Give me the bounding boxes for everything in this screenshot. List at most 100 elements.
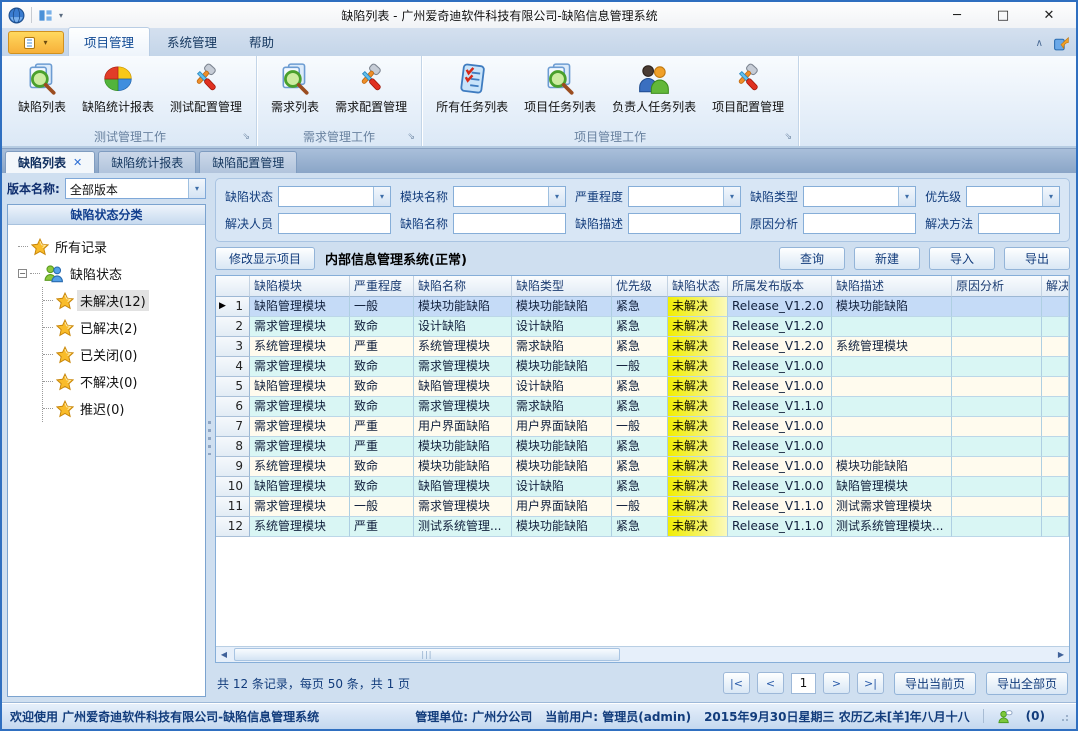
ribbon-button[interactable]: 需求配置管理 — [327, 58, 415, 117]
grid-row[interactable]: 10缺陷管理模块致命缺陷管理模块设计缺陷紧急未解决Release_V1.0.0缺… — [216, 477, 1069, 497]
tree-item[interactable]: 推迟(0) — [43, 395, 203, 422]
ribbon-button[interactable]: 所有任务列表 — [428, 58, 516, 117]
horizontal-scrollbar[interactable]: ◀ ||| ▶ — [216, 646, 1069, 662]
next-page-button[interactable]: > — [823, 672, 850, 694]
filter-combo[interactable]: ▾ — [966, 186, 1060, 207]
chevron-down-icon[interactable]: ▾ — [373, 187, 390, 206]
filter-combo[interactable]: ▾ — [278, 186, 391, 207]
ribbon-collapse-icon[interactable]: ∧ — [1036, 38, 1043, 49]
query-button[interactable]: 查询 — [779, 247, 845, 270]
page-input[interactable] — [791, 673, 816, 694]
row-selector[interactable]: 8 — [216, 437, 250, 457]
scroll-right-icon[interactable]: ▶ — [1053, 647, 1069, 662]
filter-combo[interactable]: ▾ — [628, 186, 741, 207]
tree-item[interactable]: −缺陷状态 — [18, 260, 203, 287]
scrollbar-track[interactable]: ||| — [232, 647, 1053, 662]
grid-column-header[interactable]: 缺陷描述 — [832, 276, 952, 297]
quick-access-icon[interactable] — [38, 8, 53, 23]
filter-combo[interactable]: ▾ — [803, 186, 916, 207]
grid-row[interactable]: 11需求管理模块一般需求管理模块用户界面缺陷一般未解决Release_V1.1.… — [216, 497, 1069, 517]
grid-column-header[interactable]: 优先级 — [612, 276, 668, 297]
scrollbar-thumb[interactable]: ||| — [234, 648, 620, 661]
chevron-down-icon[interactable]: ▾ — [723, 187, 740, 206]
dialog-launcher-icon[interactable]: ⇘ — [785, 133, 793, 142]
grid-row[interactable]: 5缺陷管理模块致命缺陷管理模块设计缺陷紧急未解决Release_V1.0.0 — [216, 377, 1069, 397]
grid-row[interactable]: ▶1缺陷管理模块一般模块功能缺陷模块功能缺陷紧急未解决Release_V1.2.… — [216, 297, 1069, 317]
row-selector[interactable]: 3 — [216, 337, 250, 357]
ribbon-button[interactable]: 负责人任务列表 — [604, 58, 704, 117]
chevron-down-icon[interactable]: ▾ — [1042, 187, 1059, 206]
row-selector[interactable]: 7 — [216, 417, 250, 437]
grid-column-header[interactable]: 缺陷名称 — [414, 276, 512, 297]
grid-column-header[interactable]: 缺陷类型 — [512, 276, 612, 297]
tree-item[interactable]: 所有记录 — [18, 233, 203, 260]
dialog-launcher-icon[interactable]: ⇘ — [408, 133, 416, 142]
grid-column-header[interactable]: 缺陷模块 — [250, 276, 350, 297]
filter-input[interactable] — [803, 213, 916, 234]
grid-row[interactable]: 12系统管理模块严重测试系统管理...模块功能缺陷紧急未解决Release_V1… — [216, 517, 1069, 537]
tree-item[interactable]: 已关闭(0) — [43, 341, 203, 368]
version-combo[interactable]: 全部版本 ▾ — [65, 178, 206, 199]
dialog-launcher-icon[interactable]: ⇘ — [243, 133, 251, 142]
row-selector[interactable]: 4 — [216, 357, 250, 377]
ribbon-tab[interactable]: 系统管理 — [152, 28, 232, 56]
resize-grip-icon[interactable] — [1058, 711, 1068, 721]
grid-column-header[interactable]: 解决 — [1042, 276, 1069, 297]
maximize-button[interactable]: □ — [982, 4, 1024, 26]
filter-input[interactable] — [978, 213, 1060, 234]
row-selector[interactable]: 10 — [216, 477, 250, 497]
ribbon-button[interactable]: 需求列表 — [263, 58, 327, 117]
user-message-icon[interactable] — [997, 709, 1013, 724]
grid-column-header[interactable]: 缺陷状态 — [668, 276, 728, 297]
row-selector[interactable]: 2 — [216, 317, 250, 337]
grid-column-header[interactable]: 原因分析 — [952, 276, 1042, 297]
ribbon-button[interactable]: 缺陷统计报表 — [74, 58, 162, 117]
row-selector[interactable]: 12 — [216, 517, 250, 537]
ribbon-button[interactable]: 测试配置管理 — [162, 58, 250, 117]
ribbon-button[interactable]: 项目配置管理 — [704, 58, 792, 117]
ribbon-button[interactable]: 项目任务列表 — [516, 58, 604, 117]
chevron-down-icon[interactable]: ▾ — [59, 11, 63, 20]
row-selector[interactable]: 11 — [216, 497, 250, 517]
filter-input[interactable] — [628, 213, 741, 234]
doc-tab[interactable]: 缺陷统计报表 — [98, 151, 196, 173]
close-tab-icon[interactable]: ✕ — [73, 156, 82, 169]
export-button[interactable]: 导出 — [1004, 247, 1070, 270]
chevron-down-icon[interactable]: ▾ — [898, 187, 915, 206]
filter-combo[interactable]: ▾ — [453, 186, 566, 207]
import-button[interactable]: 导入 — [929, 247, 995, 270]
export-all-pages-button[interactable]: 导出全部页 — [986, 672, 1068, 695]
grid-column-header[interactable]: 所属发布版本 — [728, 276, 832, 297]
grid-row[interactable]: 8需求管理模块严重模块功能缺陷模块功能缺陷紧急未解决Release_V1.0.0 — [216, 437, 1069, 457]
filter-input[interactable] — [278, 213, 391, 234]
help-icon[interactable] — [1053, 35, 1070, 52]
ribbon-tab[interactable]: 帮助 — [234, 28, 289, 56]
modify-display-button[interactable]: 修改显示项目 — [215, 247, 315, 270]
chevron-down-icon[interactable]: ▾ — [548, 187, 565, 206]
row-selector[interactable]: 5 — [216, 377, 250, 397]
application-menu-button[interactable]: ▾ — [8, 31, 64, 54]
doc-tab[interactable]: 缺陷配置管理 — [199, 151, 297, 173]
first-page-button[interactable]: |< — [723, 672, 750, 694]
grid-row[interactable]: 2需求管理模块致命设计缺陷设计缺陷紧急未解决Release_V1.2.0 — [216, 317, 1069, 337]
ribbon-tab[interactable]: 项目管理 — [68, 27, 150, 56]
ribbon-button[interactable]: 缺陷列表 — [10, 58, 74, 117]
tree-item[interactable]: 未解决(12) — [43, 287, 203, 314]
last-page-button[interactable]: >| — [857, 672, 884, 694]
row-selector[interactable]: 9 — [216, 457, 250, 477]
tree-item[interactable]: 不解决(0) — [43, 368, 203, 395]
sidebar-splitter[interactable] — [206, 173, 213, 702]
new-button[interactable]: 新建 — [854, 247, 920, 270]
scroll-left-icon[interactable]: ◀ — [216, 647, 232, 662]
doc-tab[interactable]: 缺陷列表✕ — [5, 151, 95, 173]
grid-row[interactable]: 3系统管理模块严重系统管理模块需求缺陷紧急未解决Release_V1.2.0系统… — [216, 337, 1069, 357]
grid-row[interactable]: 6需求管理模块致命需求管理模块需求缺陷紧急未解决Release_V1.1.0 — [216, 397, 1069, 417]
minimize-button[interactable]: ─ — [936, 4, 978, 26]
grid-column-header[interactable]: 严重程度 — [350, 276, 414, 297]
collapse-node-icon[interactable]: − — [18, 269, 27, 278]
chevron-down-icon[interactable]: ▾ — [188, 179, 205, 198]
row-selector[interactable]: ▶1 — [216, 297, 250, 317]
grid-row[interactable]: 7需求管理模块严重用户界面缺陷用户界面缺陷一般未解决Release_V1.0.0 — [216, 417, 1069, 437]
close-button[interactable]: ✕ — [1028, 4, 1070, 26]
export-current-page-button[interactable]: 导出当前页 — [894, 672, 976, 695]
